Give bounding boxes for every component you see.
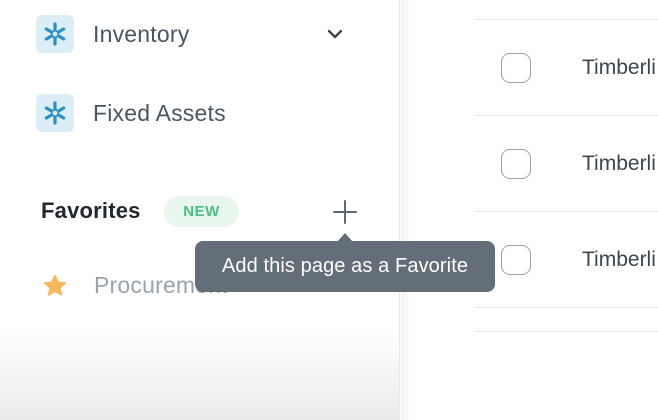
chevron-down-icon[interactable] xyxy=(326,25,344,43)
star-icon xyxy=(43,274,67,296)
row-checkbox[interactable] xyxy=(501,53,531,83)
sidebar-item-label: Inventory xyxy=(93,20,190,47)
favorites-heading: Favorites xyxy=(41,198,141,223)
row-name: Timberli xyxy=(582,152,656,175)
sidebar-item-inventory[interactable]: Inventory xyxy=(36,14,189,54)
asterisk-icon xyxy=(36,15,74,53)
table-row[interactable]: Timberli xyxy=(475,115,658,211)
new-badge: NEW xyxy=(164,196,239,227)
table-row[interactable]: Timberli xyxy=(475,211,658,307)
row-divider xyxy=(475,307,658,308)
add-favorite-tooltip: Add this page as a Favorite xyxy=(195,241,495,292)
row-name: Timberli xyxy=(582,248,656,271)
table-row[interactable]: Timberli xyxy=(475,19,658,115)
row-checkbox[interactable] xyxy=(501,245,531,275)
plus-icon xyxy=(333,200,357,224)
asterisk-icon xyxy=(36,94,74,132)
sidebar-item-label: Fixed Assets xyxy=(93,99,226,126)
tooltip-text: Add this page as a Favorite xyxy=(221,255,469,277)
app-window: Inventory Fixed Assets Favorites NEW Pro… xyxy=(0,0,658,420)
sidebar: Inventory Fixed Assets Favorites NEW Pro… xyxy=(0,0,400,420)
sidebar-fade xyxy=(0,330,399,420)
sidebar-item-fixed-assets[interactable]: Fixed Assets xyxy=(36,93,226,133)
row-checkbox[interactable] xyxy=(501,149,531,179)
row-divider xyxy=(475,331,658,332)
add-favorite-button[interactable] xyxy=(331,198,359,226)
row-name: Timberli xyxy=(582,56,656,79)
